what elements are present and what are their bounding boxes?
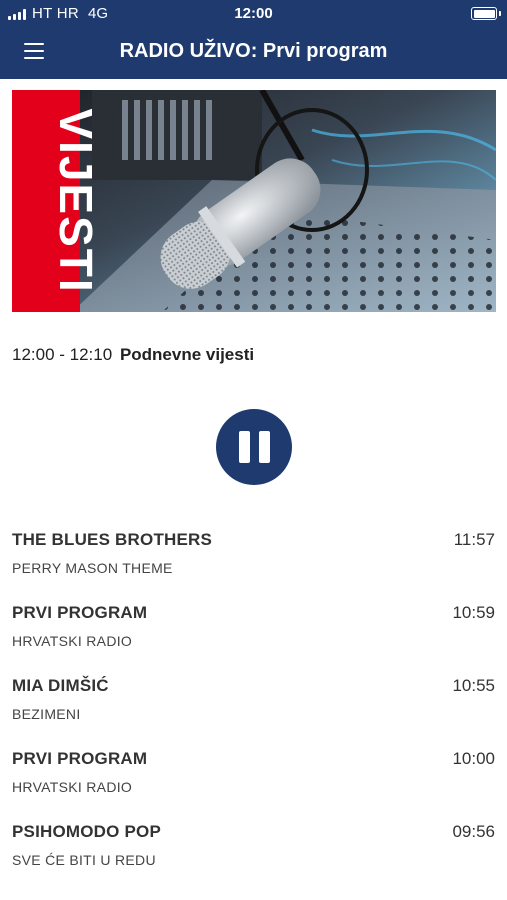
status-clock: 12:00: [234, 5, 273, 22]
now-playing-title: Podnevne vijesti: [119, 345, 255, 364]
now-playing-info: 12:00 - 12:10 Podnevne vijesti: [12, 345, 254, 365]
track-time: 10:59: [452, 603, 495, 622]
track-title: PERRY MASON THEME: [12, 560, 173, 576]
track-item[interactable]: MIA DIMŠIĆ BEZIMENI 10:55: [0, 666, 507, 739]
track-item[interactable]: PSIHOMODO POP SVE ĆE BITI U REDU 09:56: [0, 812, 507, 885]
track-item[interactable]: PRVI PROGRAM HRVATSKI RADIO 10:59: [0, 593, 507, 666]
track-artist: MIA DIMŠIĆ: [12, 676, 109, 695]
app-header: HT HR 4G 12:00 RADIO UŽIVO: Prvi program: [0, 0, 507, 79]
track-time: 09:56: [452, 822, 495, 841]
track-time: 10:55: [452, 676, 495, 695]
track-item[interactable]: THE BLUES BROTHERS PERRY MASON THEME 11:…: [0, 520, 507, 593]
track-title: BEZIMENI: [12, 706, 81, 722]
status-bar: HT HR 4G 12:00: [0, 0, 507, 28]
track-item[interactable]: PRVI PROGRAM HRVATSKI RADIO 10:00: [0, 739, 507, 812]
recently-played-list: THE BLUES BROTHERS PERRY MASON THEME 11:…: [0, 520, 507, 885]
track-title: HRVATSKI RADIO: [12, 633, 133, 649]
track-title: HRVATSKI RADIO: [12, 779, 133, 795]
pause-icon-left-bar: [238, 431, 250, 463]
news-banner-image: VIJESTI: [12, 90, 496, 312]
battery-icon: [471, 7, 501, 20]
pause-button[interactable]: [216, 409, 292, 485]
track-artist: THE BLUES BROTHERS: [12, 530, 213, 549]
track-time: 11:57: [453, 530, 495, 549]
track-title: SVE ĆE BITI U REDU: [12, 852, 156, 868]
track-artist: PSIHOMODO POP: [12, 822, 162, 841]
now-playing-time: 12:00 - 12:10: [12, 345, 113, 364]
track-artist: PRVI PROGRAM: [12, 749, 148, 768]
track-time: 10:00: [452, 749, 495, 768]
page-title: RADIO UŽIVO: Prvi program: [119, 40, 388, 62]
pause-icon-right-bar: [258, 431, 270, 463]
studio-microphone-image: VIJESTI: [12, 90, 496, 312]
vijesti-label: VIJESTI: [50, 108, 102, 293]
track-artist: PRVI PROGRAM: [12, 603, 148, 622]
